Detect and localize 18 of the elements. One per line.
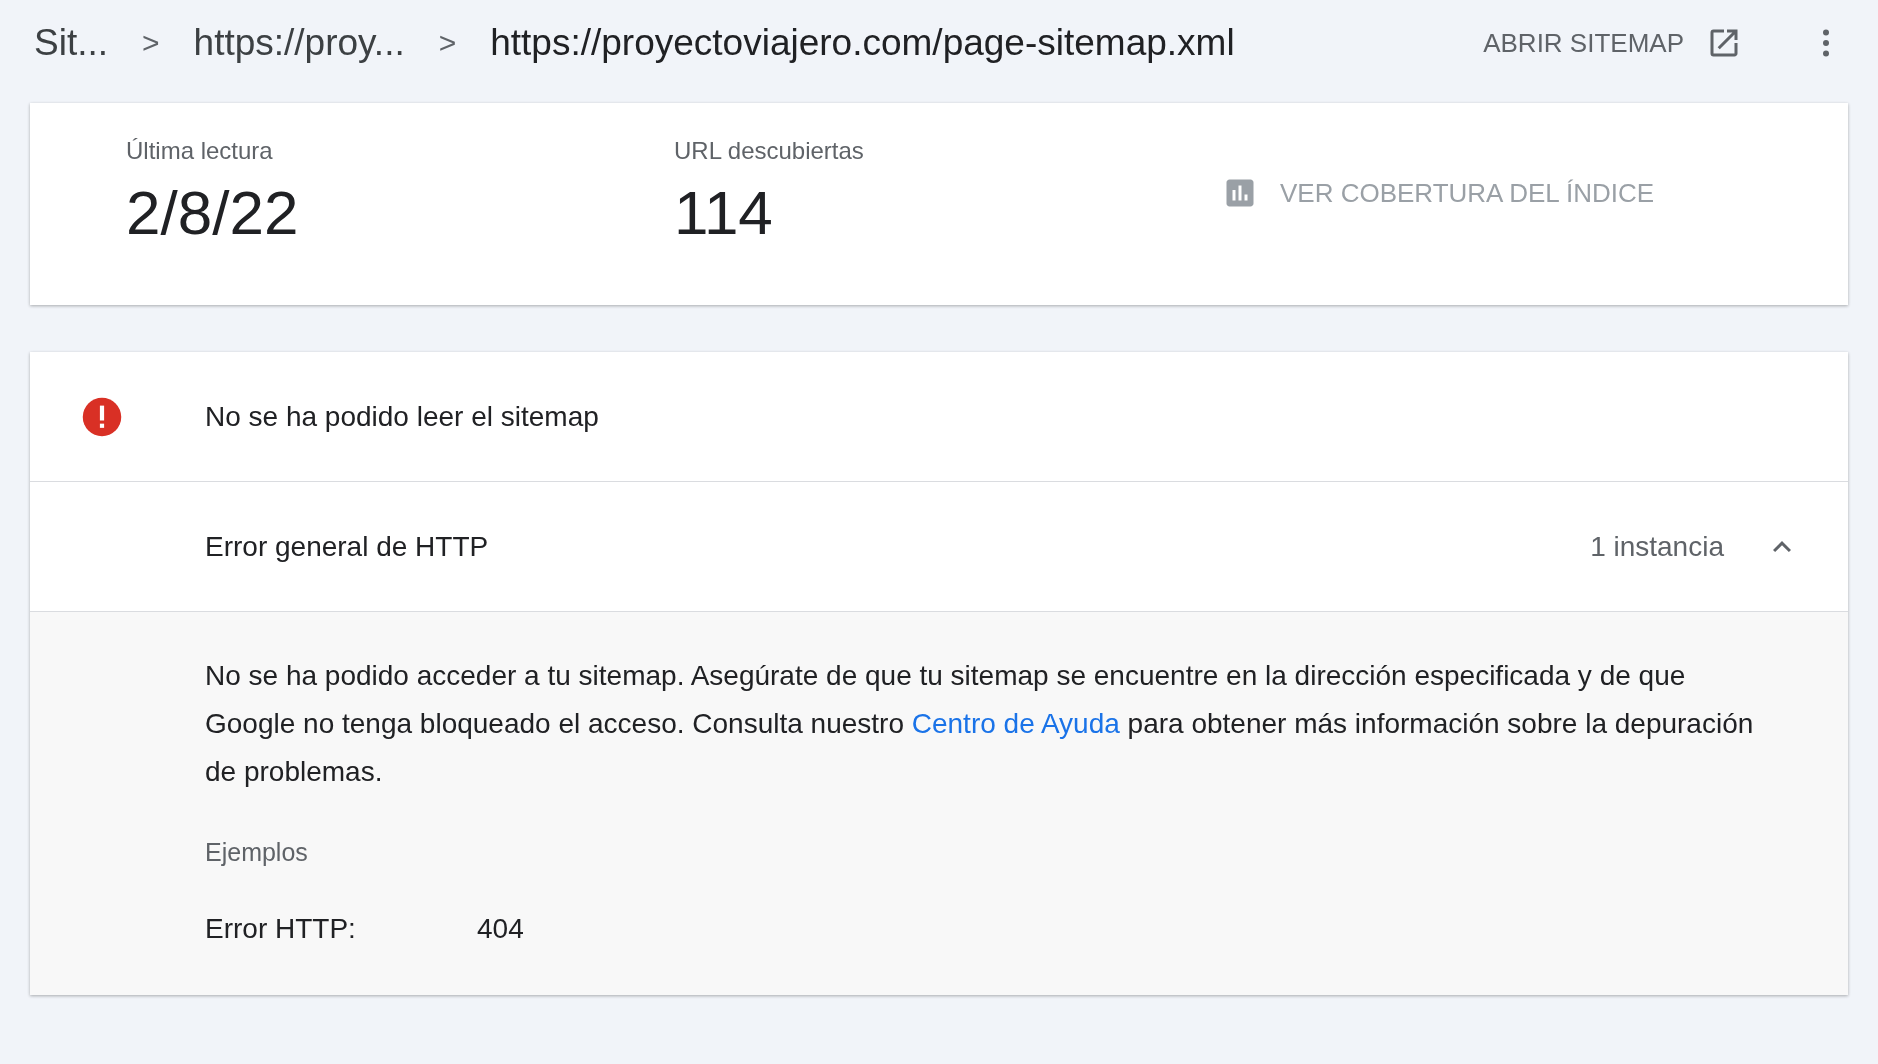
status-title: No se ha podido leer el sitemap	[205, 400, 600, 433]
breadcrumb-separator: >	[142, 26, 160, 60]
instance-count: 1 instancia	[1590, 530, 1724, 563]
example-label: Error HTTP:	[205, 913, 357, 945]
breadcrumb-separator: >	[438, 26, 457, 60]
example-value: 404	[477, 913, 524, 945]
issue-description: No se ha podido acceder a tu sitemap. Asegúrate de que tu sitemap se encuentre en la dirección especificada y de que Google no tenga bloqueado el acceso. Consulta nuestro Centro de Ayuda para obtener más información sobre la depuración de problemas.	[205, 659, 1755, 789]
open-sitemap-button[interactable]: ABRIR SITEMAP	[1473, 19, 1752, 67]
breadcrumb-item[interactable]: https://proy...	[193, 22, 405, 64]
stat-value: 114	[674, 177, 774, 248]
breadcrumb-item: https://proyectoviajero.com/page-sitemap.xml	[490, 22, 1235, 64]
stat-label: URL descubiertas	[674, 137, 865, 165]
issue-title: Error general de HTTP	[205, 530, 490, 563]
stat-label: Última lectura	[126, 137, 274, 165]
stat-value: 2/8/22	[126, 177, 300, 248]
breadcrumb-item[interactable]: Sit...	[34, 22, 109, 64]
help-center-link[interactable]: Centro de Ayuda	[911, 708, 1120, 739]
examples-heading: Ejemplos	[205, 838, 309, 867]
